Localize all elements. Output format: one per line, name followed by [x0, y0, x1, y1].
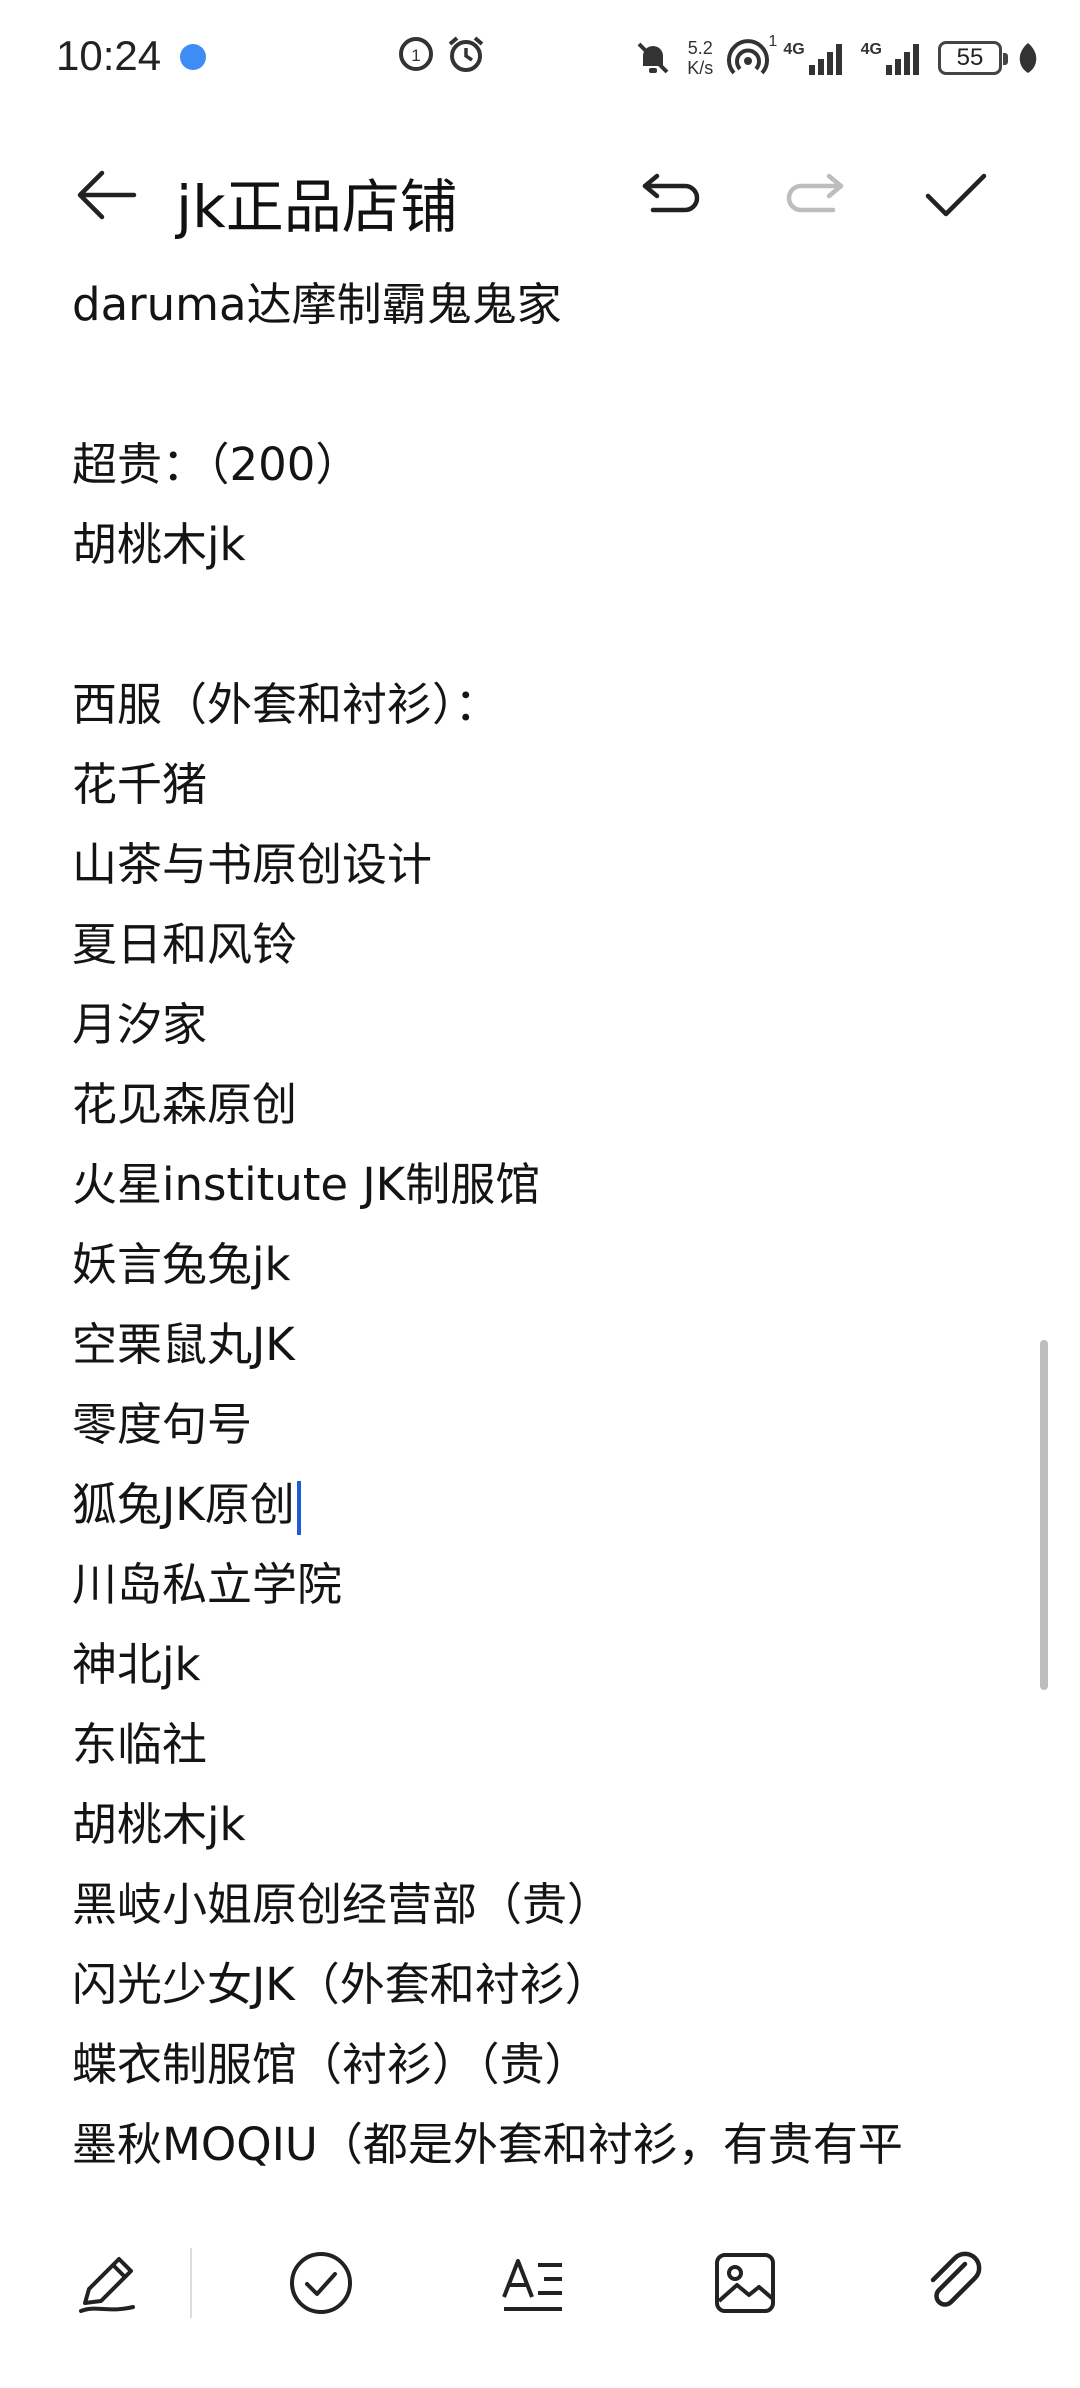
sim2-label: 4G [860, 41, 882, 58]
status-time: 10:24 [56, 32, 162, 79]
undo-button[interactable] [622, 145, 722, 245]
note-line: daruma达摩制霸鬼鬼家 [72, 278, 562, 331]
handwriting-button[interactable] [52, 2228, 162, 2338]
note-line [72, 585, 972, 665]
note-line [72, 345, 972, 425]
note-line: 蝶衣制服馆（衬衫）（贵） [72, 2038, 590, 2091]
done-button[interactable] [906, 145, 1006, 245]
note-line: 川岛私立学院 [72, 1558, 343, 1611]
attachment-button[interactable] [900, 2228, 1010, 2338]
battery-icon: 55 [938, 41, 1008, 75]
note-line-with-cursor: 狐兔JK原创 [72, 1465, 972, 1545]
checklist-button[interactable] [266, 2228, 376, 2338]
note-line: 超贵：（200） [72, 438, 361, 491]
paperclip-icon [930, 2251, 982, 2307]
note-title[interactable]: jk正品店铺 [176, 160, 458, 244]
insert-image-button[interactable] [690, 2228, 800, 2338]
network-speed-value: 5.2 [687, 38, 713, 58]
hotspot-icon: 1 [727, 33, 777, 79]
back-arrow-icon [77, 170, 137, 220]
status-bar: 10:24 1 5.2 K/s 1 4G 4G 55 [0, 0, 1080, 110]
note-line: 月汐家 [72, 998, 208, 1051]
hotspot-badge: 1 [768, 33, 778, 50]
note-line: 花千猪 [72, 758, 208, 811]
app-notification-icon [180, 44, 206, 70]
toolbar-divider [190, 2248, 192, 2318]
note-line: 火星institute JK制服馆 [72, 1158, 541, 1211]
check-icon [925, 173, 987, 217]
note-line: 墨秋MOQIU（都是外套和衬衫，有贵有平 [72, 2118, 903, 2170]
note-line: 闪光少女JK（外套和衬衫） [72, 1958, 610, 2011]
power-saving-leaf-icon [1016, 41, 1040, 75]
editor-toolbar: jk正品店铺 [0, 120, 1080, 270]
note-line: 胡桃木jk [72, 1798, 246, 1851]
bottom-toolbar [0, 2170, 1080, 2388]
text-format-icon [502, 2259, 562, 2311]
note-editor[interactable]: daruma达摩制霸鬼鬼家 超贵：（200） 胡桃木jk 西服（外套和衬衫）： … [72, 265, 972, 2170]
battery-level: 55 [956, 44, 984, 71]
note-line: 胡桃木jk [72, 518, 246, 571]
checklist-circle-icon [290, 2252, 352, 2314]
note-line: 西服（外套和衬衫）： [72, 678, 500, 731]
svg-text:1: 1 [411, 46, 420, 65]
note-line: 空栗鼠丸JK [72, 1318, 295, 1371]
mute-icon [633, 38, 673, 78]
note-line: 神北jk [72, 1638, 201, 1691]
image-icon [715, 2253, 775, 2313]
scrollbar[interactable] [1040, 1340, 1048, 1690]
undo-icon [642, 173, 700, 213]
note-line: 花见森原创 [72, 1078, 298, 1131]
pen-icon [79, 2257, 135, 2313]
network-speed-unit: K/s [687, 58, 714, 78]
note-line: 夏日和风铃 [72, 918, 298, 971]
text-style-button[interactable] [478, 2228, 588, 2338]
note-line: 零度句号 [72, 1398, 253, 1451]
sim1-label: 4G [783, 41, 805, 58]
data-saver-icon: 1 [396, 34, 436, 78]
text-cursor [296, 1481, 301, 1535]
note-line: 黑岐小姐原创经营部（贵） [72, 1878, 613, 1931]
network-speed: 5.2 K/s [687, 38, 713, 78]
note-line: 东临社 [72, 1718, 208, 1771]
note-line: 妖言兔兔jk [72, 1238, 291, 1291]
alarm-icon [444, 32, 488, 80]
redo-button[interactable] [764, 145, 864, 245]
back-button[interactable] [56, 145, 156, 245]
note-line: 山茶与书原创设计 [72, 838, 433, 891]
signal-sim1-icon: 4G [783, 41, 846, 75]
redo-icon [786, 173, 844, 213]
signal-sim2-icon: 4G [861, 41, 924, 75]
note-line-text: 狐兔JK原创 [72, 1478, 295, 1531]
